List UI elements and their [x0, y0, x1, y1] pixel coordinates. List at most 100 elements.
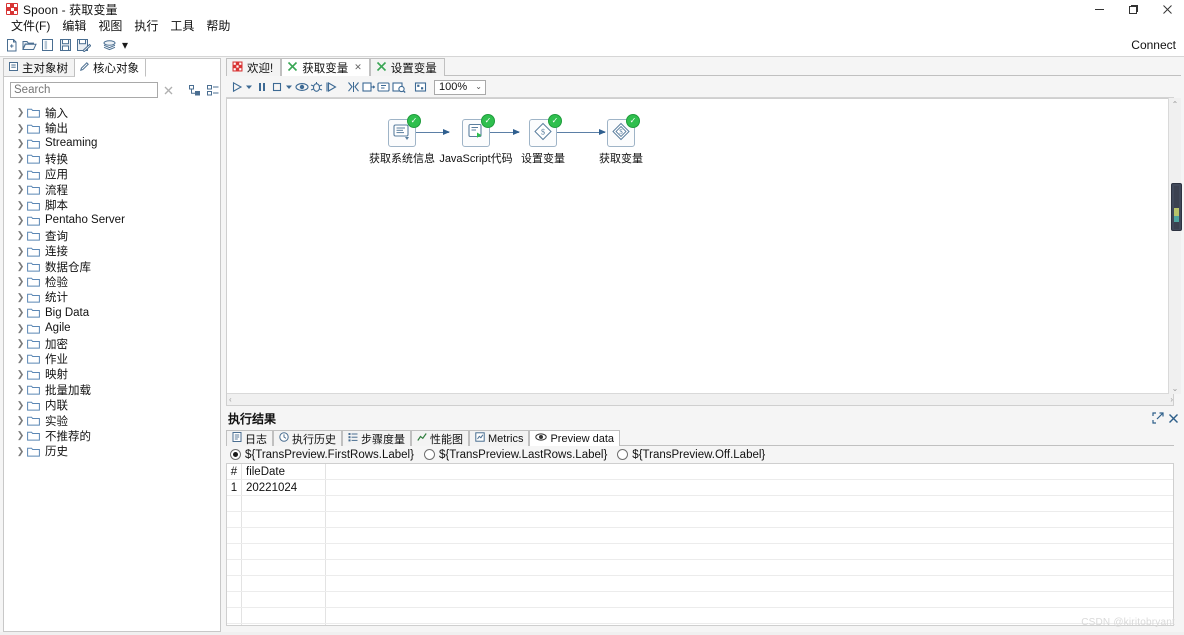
step-get-system-info[interactable]: ✓ 获取系统信息: [361, 114, 443, 166]
table-row-empty[interactable]: [227, 511, 1173, 528]
tree-item[interactable]: ❯ 内联: [4, 397, 220, 412]
chevron-right-icon[interactable]: ❯: [14, 123, 27, 133]
tab-performance-graph[interactable]: 性能图: [411, 430, 469, 446]
database-dropdown-caret-icon[interactable]: ▾: [119, 36, 131, 54]
tree-item[interactable]: ❯ Agile: [4, 320, 220, 335]
pause-icon[interactable]: [254, 78, 269, 97]
chevron-right-icon[interactable]: ❯: [14, 154, 27, 163]
new-file-icon[interactable]: [3, 36, 20, 54]
close-results-icon[interactable]: [1168, 413, 1179, 427]
minimap-marker[interactable]: [1171, 183, 1182, 231]
cell-filedate[interactable]: [241, 575, 326, 592]
transformation-canvas[interactable]: ✓ 获取系统信息 ✓ JavaScript代码 $ ✓ 设置变量 $ ✓ 获取变…: [226, 98, 1174, 406]
cell-filedate[interactable]: [241, 543, 326, 560]
step-get-variable[interactable]: $ ✓ 获取变量: [585, 114, 657, 166]
minimize-button[interactable]: [1082, 0, 1116, 18]
cell-filedate[interactable]: [241, 559, 326, 576]
scroll-down-icon[interactable]: ⌄: [1169, 382, 1181, 394]
table-row-empty[interactable]: [227, 543, 1173, 560]
tree-item[interactable]: ❯ 数据仓库: [4, 259, 220, 274]
radio-first-rows[interactable]: ${TransPreview.FirstRows.Label}: [230, 449, 414, 461]
verify-icon[interactable]: [346, 78, 361, 97]
tab-core-objects[interactable]: 核心对象: [75, 59, 146, 77]
chevron-right-icon[interactable]: ❯: [14, 416, 27, 425]
tab-welcome[interactable]: 欢迎!: [226, 58, 282, 76]
show-execution-results-icon[interactable]: [413, 78, 428, 97]
tab-step-metrics[interactable]: 步骤度量: [342, 430, 411, 446]
stop-dropdown-caret-icon[interactable]: [284, 78, 294, 97]
chevron-right-icon[interactable]: ❯: [14, 200, 27, 210]
table-row[interactable]: 1 20221024: [227, 479, 1173, 496]
tree-item[interactable]: ❯ 作业: [4, 351, 220, 366]
table-row-empty[interactable]: [227, 559, 1173, 576]
radio-preview-off[interactable]: ${TransPreview.Off.Label}: [617, 449, 765, 461]
menu-edit[interactable]: 编辑: [56, 18, 92, 34]
tab-set-variable[interactable]: 设置变量: [369, 58, 445, 76]
chevron-right-icon[interactable]: ❯: [14, 446, 27, 456]
chevron-right-icon[interactable]: ❯: [14, 385, 27, 394]
close-button[interactable]: [1150, 0, 1184, 18]
menu-run[interactable]: 执行: [128, 18, 164, 34]
canvas-horizontal-scrollbar[interactable]: ‹ ›: [227, 393, 1173, 405]
explore-repository-icon[interactable]: [39, 36, 56, 54]
maximize-results-icon[interactable]: [1152, 412, 1164, 427]
tree-item[interactable]: ❯ 统计: [4, 290, 220, 305]
chevron-right-icon[interactable]: ❯: [14, 138, 27, 148]
tab-close-icon[interactable]: ✕: [354, 62, 362, 73]
chevron-right-icon[interactable]: ❯: [14, 339, 27, 348]
tree-item[interactable]: ❯ 连接: [4, 244, 220, 259]
tab-log[interactable]: 日志: [226, 430, 273, 446]
tree-item[interactable]: ❯ 实验: [4, 413, 220, 428]
clear-search-icon[interactable]: [161, 81, 175, 99]
tab-metrics[interactable]: Metrics: [469, 430, 530, 446]
cell-filedate[interactable]: [241, 591, 326, 608]
tree-item[interactable]: ❯ Big Data: [4, 305, 220, 320]
tree-item[interactable]: ❯ 输出: [4, 120, 220, 135]
scroll-right-icon[interactable]: ›: [1170, 395, 1173, 404]
cell-filedate[interactable]: [241, 607, 326, 624]
tab-get-variable[interactable]: 获取变量 ✕: [281, 58, 370, 76]
chevron-right-icon[interactable]: ❯: [14, 169, 27, 179]
column-header-index[interactable]: #: [227, 464, 242, 480]
chevron-right-icon[interactable]: ❯: [14, 354, 27, 363]
connect-button[interactable]: Connect: [1131, 34, 1176, 56]
save-icon[interactable]: [57, 36, 74, 54]
open-file-icon[interactable]: [21, 36, 38, 54]
canvas-vertical-scrollbar[interactable]: ⌃ ⌄: [1168, 98, 1181, 394]
tree-item[interactable]: ❯ 映射: [4, 367, 220, 382]
stop-icon[interactable]: [269, 78, 284, 97]
tree-item[interactable]: ❯ 应用: [4, 167, 220, 182]
table-row-empty[interactable]: [227, 591, 1173, 608]
tree-item[interactable]: ❯ 输入: [4, 105, 220, 120]
step-set-variable[interactable]: $ ✓ 设置变量: [507, 114, 579, 166]
cell-filedate[interactable]: [241, 495, 326, 512]
run-icon[interactable]: [229, 78, 244, 97]
tree-item[interactable]: ❯ 加密: [4, 336, 220, 351]
chevron-right-icon[interactable]: ❯: [14, 231, 27, 240]
chevron-right-icon[interactable]: ❯: [14, 262, 27, 271]
save-as-icon[interactable]: [75, 36, 92, 54]
database-stack-icon[interactable]: [101, 36, 118, 54]
tree-item[interactable]: ❯ 检验: [4, 274, 220, 289]
core-objects-tree[interactable]: ❯ 输入 ❯ 输出 ❯ Streaming ❯ 转换 ❯ 应用 ❯ 流程 ❯ 脚本 ❯ Pentaho Ser…: [4, 103, 220, 631]
column-header-filedate[interactable]: fileDate: [241, 464, 326, 480]
table-row-empty[interactable]: [227, 495, 1173, 512]
tree-item[interactable]: ❯ 历史: [4, 444, 220, 459]
table-row-empty[interactable]: [227, 607, 1173, 624]
scroll-up-icon[interactable]: ⌃: [1169, 98, 1181, 110]
table-row-empty[interactable]: [227, 527, 1173, 544]
chevron-right-icon[interactable]: ❯: [14, 431, 27, 440]
tree-item[interactable]: ❯ 转换: [4, 151, 220, 166]
chevron-right-icon[interactable]: ❯: [14, 246, 27, 256]
table-row-empty[interactable]: [227, 575, 1173, 592]
cell-filedate[interactable]: [241, 623, 326, 625]
chevron-right-icon[interactable]: ❯: [14, 277, 27, 286]
menu-tools[interactable]: 工具: [164, 18, 200, 34]
replay-icon[interactable]: [324, 78, 339, 97]
tab-main-object-tree[interactable]: 主对象树: [4, 59, 75, 77]
tree-item[interactable]: ❯ 流程: [4, 182, 220, 197]
generate-sql-icon[interactable]: [376, 78, 391, 97]
tree-item[interactable]: ❯ 查询: [4, 228, 220, 243]
radio-last-rows[interactable]: ${TransPreview.LastRows.Label}: [423, 449, 607, 461]
preview-data-grid[interactable]: # fileDate 1 20221024: [226, 463, 1174, 626]
